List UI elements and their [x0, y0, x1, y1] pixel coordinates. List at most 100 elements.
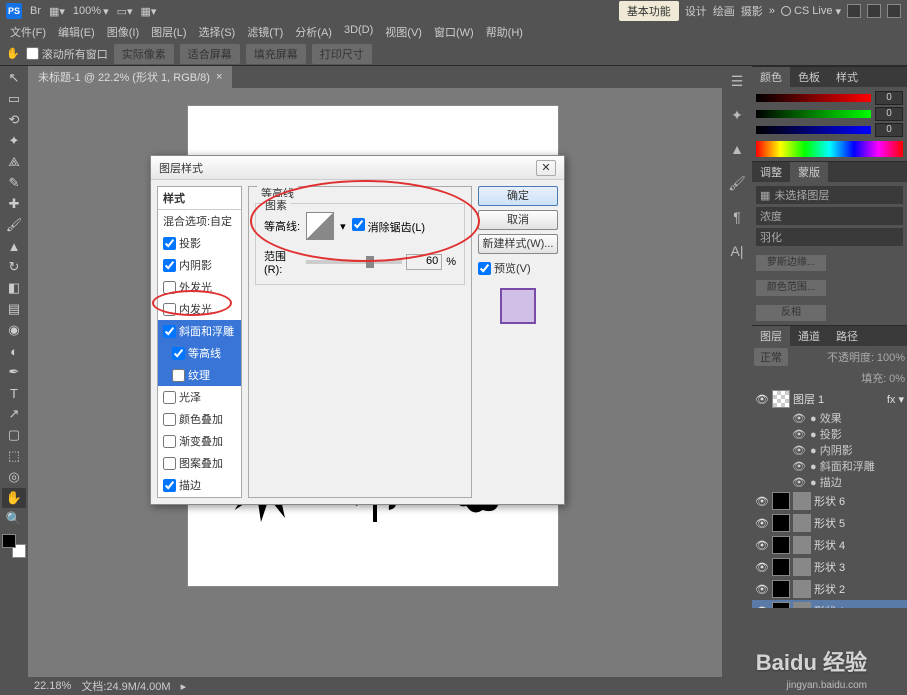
menu-image[interactable]: 图像(I) [103, 22, 143, 42]
tab-close-icon[interactable]: × [216, 71, 222, 83]
style-item[interactable]: 等高线 [158, 342, 241, 364]
style-item[interactable]: 外发光 [158, 276, 241, 298]
hand-tool-icon[interactable]: ✋ [6, 47, 20, 60]
path-select-tool[interactable]: ↗ [2, 404, 26, 424]
status-zoom[interactable]: 22.18% [34, 680, 71, 692]
healing-tool[interactable]: ✚ [2, 194, 26, 214]
layer-row[interactable]: 👁图层 1fx ▾ [752, 388, 907, 410]
g-input[interactable]: 0 [875, 107, 903, 121]
style-item[interactable]: 描边 [158, 474, 241, 496]
b-input[interactable]: 0 [875, 123, 903, 137]
color-tab[interactable]: 颜色 [752, 67, 790, 87]
style-item[interactable]: 斜面和浮雕 [158, 320, 241, 342]
contour-picker[interactable] [306, 212, 334, 240]
layer-row[interactable]: 👁形状 6 [752, 490, 907, 512]
minibridge-icon[interactable]: ▦▾ [49, 5, 65, 18]
hand-tool[interactable]: ✋ [2, 488, 26, 508]
brush-panel-icon[interactable]: ✦ [726, 104, 748, 126]
3d-camera-tool[interactable]: ◎ [2, 467, 26, 487]
brush-tool[interactable]: 🖌 [2, 215, 26, 235]
b-slider[interactable] [756, 126, 871, 134]
lasso-tool[interactable]: ⟲ [2, 110, 26, 130]
layer-row[interactable]: 👁形状 5 [752, 512, 907, 534]
brush-preset-icon[interactable]: 🖌 [726, 172, 748, 194]
menu-window[interactable]: 窗口(W) [430, 22, 478, 42]
style-item[interactable]: 内发光 [158, 298, 241, 320]
fg-color-swatch[interactable] [2, 534, 16, 548]
workspace-design[interactable]: 设计 [685, 3, 707, 19]
cslive-menu[interactable]: CS Live ▾ [781, 5, 841, 18]
mask-tab[interactable]: 蒙版 [790, 162, 828, 182]
pen-tool[interactable]: ✒ [2, 362, 26, 382]
range-slider[interactable] [306, 260, 401, 264]
magic-wand-tool[interactable]: ✦ [2, 131, 26, 151]
layer-row[interactable]: 👁形状 4 [752, 534, 907, 556]
fit-screen-button[interactable]: 适合屏幕 [180, 44, 240, 64]
print-size-button[interactable]: 打印尺寸 [312, 44, 372, 64]
style-item[interactable]: 内阴影 [158, 254, 241, 276]
zoom-level[interactable]: 100% ▾ [73, 5, 109, 18]
cancel-button[interactable]: 取消 [478, 210, 558, 230]
clone-panel-icon[interactable]: ▲ [726, 138, 748, 160]
history-brush-tool[interactable]: ↻ [2, 257, 26, 277]
dialog-titlebar[interactable]: 图层样式 ✕ [151, 156, 564, 180]
paragraph-icon[interactable]: ¶ [726, 206, 748, 228]
eyedropper-tool[interactable]: ✎ [2, 173, 26, 193]
status-more-icon[interactable]: ▸ [181, 680, 187, 693]
bridge-icon[interactable]: Br [30, 5, 41, 17]
style-item[interactable]: 图案叠加 [158, 452, 241, 474]
style-tab[interactable]: 样式 [828, 67, 866, 87]
swatch-tab[interactable]: 色板 [790, 67, 828, 87]
scroll-all-checkbox[interactable]: 滚动所有窗口 [26, 46, 108, 62]
layer-effect-row[interactable]: 👁● 效果 [752, 410, 907, 426]
history-icon[interactable]: ☰ [726, 70, 748, 92]
dialog-close-icon[interactable]: ✕ [536, 160, 556, 176]
contour-dropdown-icon[interactable]: ▾ [340, 220, 346, 233]
zoom-tool[interactable]: 🔍 [2, 509, 26, 529]
layer-row[interactable]: 👁形状 1 [752, 600, 907, 608]
layer-effect-row[interactable]: 👁● 投影 [752, 426, 907, 442]
eraser-tool[interactable]: ◧ [2, 278, 26, 298]
workspace-essentials[interactable]: 基本功能 [619, 1, 679, 21]
channels-tab[interactable]: 通道 [790, 326, 828, 346]
menu-view[interactable]: 视图(V) [381, 22, 426, 42]
workspace-photo[interactable]: 摄影 [741, 3, 763, 19]
preview-checkbox[interactable]: 预览(V) [478, 260, 558, 276]
adj-tab[interactable]: 调整 [752, 162, 790, 182]
layer-effect-row[interactable]: 👁● 描边 [752, 474, 907, 490]
paths-tab[interactable]: 路径 [828, 326, 866, 346]
blend-options-item[interactable]: 混合选项:自定 [158, 210, 241, 232]
workspace-more[interactable]: » [769, 5, 775, 17]
actual-pixels-button[interactable]: 实际像素 [114, 44, 174, 64]
antialias-checkbox[interactable]: 消除锯齿(L) [352, 218, 426, 235]
range-input[interactable]: 60 [406, 254, 443, 270]
r-input[interactable]: 0 [875, 91, 903, 105]
type-tool[interactable]: T [2, 383, 26, 403]
window-min-icon[interactable] [847, 4, 861, 18]
layers-list[interactable]: 👁图层 1fx ▾👁● 效果👁● 投影👁● 内阴影👁● 斜面和浮雕👁● 描边👁形… [752, 388, 907, 608]
style-list-header[interactable]: 样式 [158, 187, 241, 210]
spectrum-bar[interactable] [756, 141, 903, 157]
window-close-icon[interactable] [887, 4, 901, 18]
stamp-tool[interactable]: ▲ [2, 236, 26, 256]
marquee-tool[interactable]: ▭ [2, 89, 26, 109]
fill-screen-button[interactable]: 填充屏幕 [246, 44, 306, 64]
document-tab[interactable]: 未标题-1 @ 22.2% (形状 1, RGB/8) × [28, 66, 232, 88]
color-swatches[interactable] [2, 534, 26, 558]
gradient-tool[interactable]: ▤ [2, 299, 26, 319]
invert-button[interactable]: 反相 [756, 305, 826, 321]
menu-filter[interactable]: 滤镜(T) [243, 22, 287, 42]
window-max-icon[interactable] [867, 4, 881, 18]
r-slider[interactable] [756, 94, 871, 102]
shape-tool[interactable]: ▢ [2, 425, 26, 445]
style-item[interactable]: 渐变叠加 [158, 430, 241, 452]
status-docinfo[interactable]: 文档:24.9M/4.00M [81, 678, 170, 694]
color-range-button[interactable]: 颜色范围... [756, 280, 826, 296]
layers-tab[interactable]: 图层 [752, 326, 790, 346]
3d-tool[interactable]: ⬚ [2, 446, 26, 466]
blur-tool[interactable]: ◉ [2, 320, 26, 340]
menu-layer[interactable]: 图层(L) [147, 22, 190, 42]
workspace-painting[interactable]: 绘画 [713, 3, 735, 19]
style-item[interactable]: 颜色叠加 [158, 408, 241, 430]
style-item[interactable]: 纹理 [158, 364, 241, 386]
